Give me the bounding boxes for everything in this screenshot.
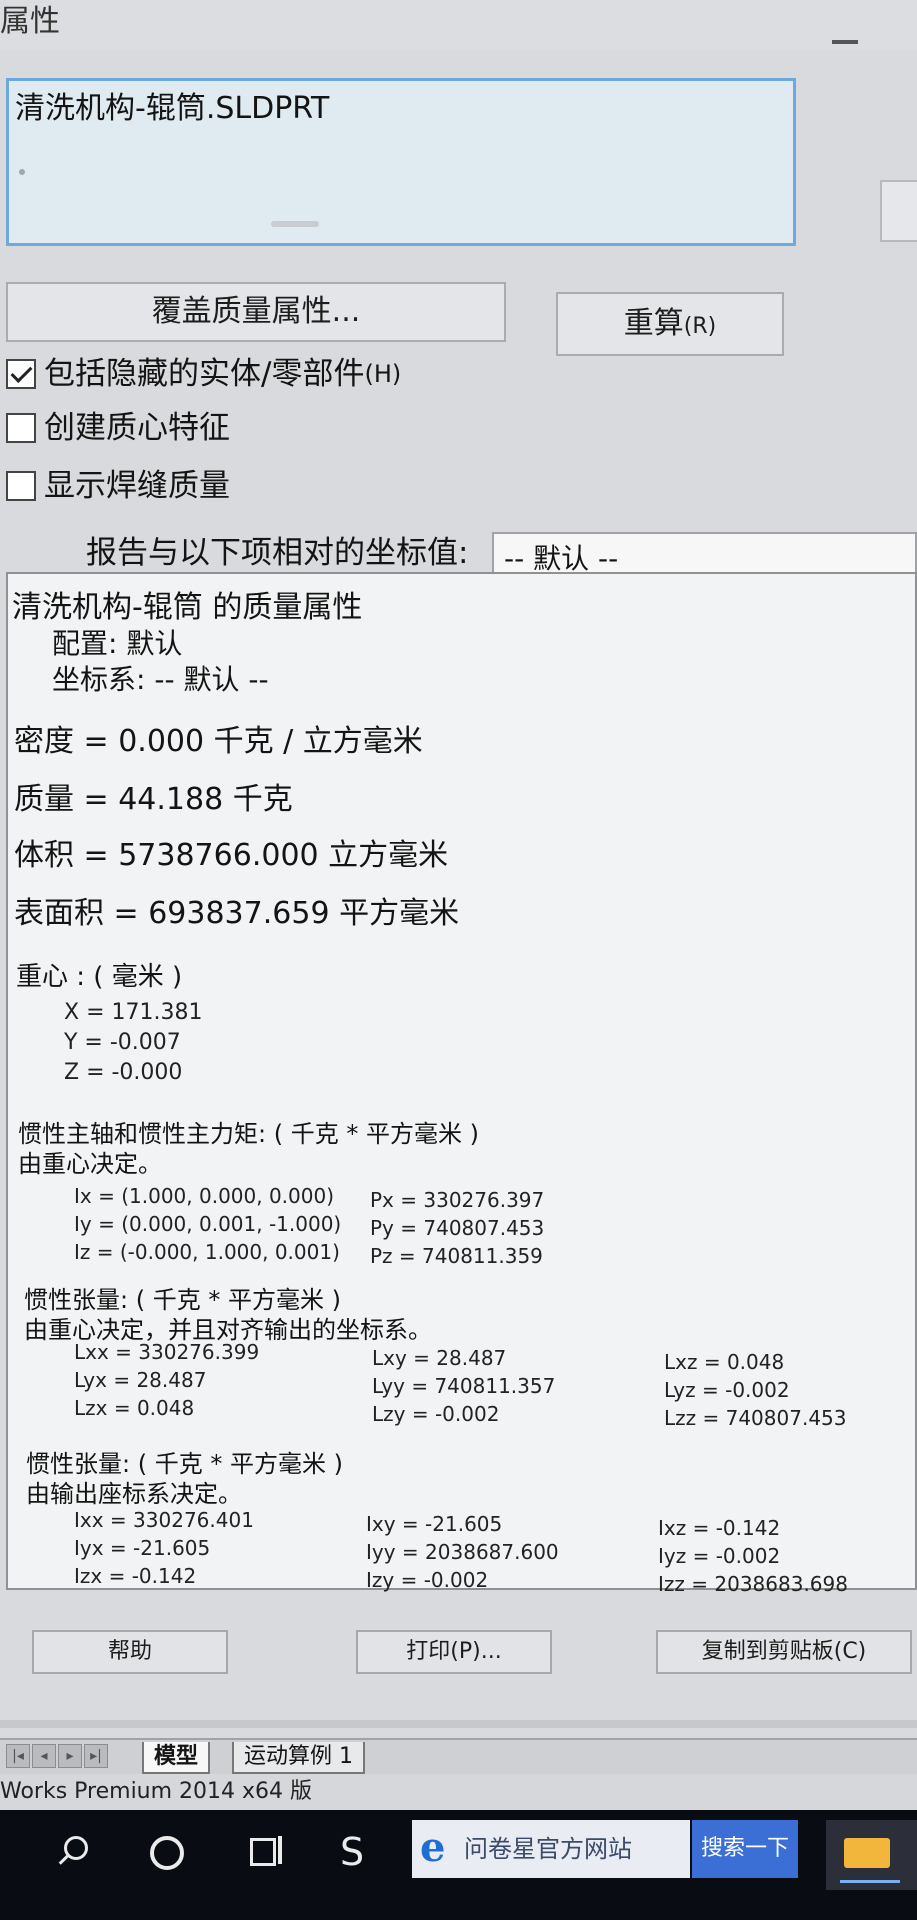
file-explorer-icon[interactable] bbox=[826, 1820, 917, 1890]
create-com-checkbox[interactable] bbox=[6, 413, 36, 443]
principal-iy: Iy = (0.000, 0.001, -1.000) bbox=[74, 1212, 342, 1236]
solidworks-app-icon[interactable]: S bbox=[340, 1832, 380, 1872]
tensor-izz: Izz = 2038683.698 bbox=[658, 1572, 848, 1596]
tensor-iyy: Iyy = 2038687.600 bbox=[366, 1540, 559, 1564]
tensor-ixy: Ixy = -21.605 bbox=[366, 1512, 503, 1536]
tensor-lzz: Lzz = 740807.453 bbox=[664, 1406, 847, 1430]
browser-search-text[interactable]: 问卷星官方网站 bbox=[464, 1832, 632, 1866]
override-mass-properties-button[interactable]: 覆盖质量属性... bbox=[6, 282, 506, 342]
minimize-icon[interactable] bbox=[832, 40, 858, 44]
tab-motion-study[interactable]: 运动算例 1 bbox=[232, 1742, 365, 1774]
tensor-lyx: Lyx = 28.487 bbox=[74, 1368, 207, 1392]
selected-items-list[interactable]: 清洗机构-辊筒.SLDPRT bbox=[6, 78, 796, 246]
search-go-button[interactable]: 搜索一下 bbox=[692, 1820, 798, 1878]
mass-line: 质量 = 44.188 千克 bbox=[14, 782, 293, 817]
results-heading: 清洗机构-辊筒 的质量属性 bbox=[12, 590, 363, 625]
com-y: Y = -0.007 bbox=[64, 1030, 181, 1055]
tensor-lyy: Lyy = 740811.357 bbox=[372, 1374, 556, 1398]
tensor-izx: Izx = -0.142 bbox=[74, 1564, 197, 1588]
dialog-bottom-edge bbox=[0, 1720, 917, 1728]
density-line: 密度 = 0.000 千克 / 立方毫米 bbox=[14, 724, 423, 759]
include-hidden-option[interactable]: 包括隐藏的实体/零部件 (H) bbox=[6, 352, 401, 396]
tensor-lxx: Lxx = 330276.399 bbox=[74, 1340, 260, 1364]
com-heading: 重心 : ( 毫米 ) bbox=[16, 962, 183, 992]
task-view-icon[interactable] bbox=[246, 1832, 286, 1872]
volume-line: 体积 = 5738766.000 立方毫米 bbox=[14, 838, 449, 873]
principal-px: Px = 330276.397 bbox=[370, 1188, 545, 1212]
coord-sys-line: 坐标系: -- 默认 -- bbox=[52, 663, 269, 696]
tensor-ixx: Ixx = 330276.401 bbox=[74, 1508, 254, 1532]
search-icon[interactable] bbox=[52, 1832, 92, 1872]
tensor-lzx: Lzx = 0.048 bbox=[74, 1396, 195, 1420]
first-tab-arrow-icon[interactable]: |◂ bbox=[6, 1744, 30, 1768]
principal-ix: Ix = (1.000, 0.000, 0.000) bbox=[74, 1184, 335, 1208]
browser-search-box[interactable]: e 问卷星官方网站 bbox=[412, 1820, 690, 1878]
next-tab-arrow-icon[interactable]: ▸ bbox=[58, 1744, 82, 1768]
tensor-lxz: Lxz = 0.048 bbox=[664, 1350, 785, 1374]
show-weld-option[interactable]: 显示焊缝质量 bbox=[6, 464, 230, 508]
prev-tab-arrow-icon[interactable]: ◂ bbox=[32, 1744, 56, 1768]
list-artifact bbox=[271, 221, 319, 227]
tensor-ixz: Ixz = -0.142 bbox=[658, 1516, 781, 1540]
tensor-izy: Izy = -0.002 bbox=[366, 1568, 489, 1592]
tensor-lxy: Lxy = 28.487 bbox=[372, 1346, 507, 1370]
principal-iz: Iz = (-0.000, 1.000, 0.001) bbox=[74, 1240, 340, 1264]
coordinate-label: 报告与以下项相对的坐标值: bbox=[86, 535, 469, 571]
status-bar: Works Premium 2014 x64 版 bbox=[0, 1774, 917, 1810]
com-x: X = 171.381 bbox=[64, 1000, 203, 1025]
tab-model[interactable]: 模型 bbox=[142, 1742, 211, 1774]
com-z: Z = -0.000 bbox=[64, 1060, 183, 1085]
tab-bar: |◂ ◂ ▸ ▸| 模型 运动算例 1 bbox=[0, 1738, 917, 1774]
create-com-option[interactable]: 创建质心特征 bbox=[6, 406, 230, 450]
side-panel-button[interactable] bbox=[880, 180, 917, 242]
tensor-lzy: Lzy = -0.002 bbox=[372, 1402, 500, 1426]
tensor-iyz: Iyz = -0.002 bbox=[658, 1544, 781, 1568]
copy-to-clipboard-button[interactable]: 复制到剪贴板(C) bbox=[656, 1630, 912, 1674]
selected-file-name[interactable]: 清洗机构-辊筒.SLDPRT bbox=[15, 91, 329, 127]
surface-area-line: 表面积 = 693837.659 平方毫米 bbox=[14, 896, 460, 931]
tensor-out-sub: 由输出座标系决定。 bbox=[26, 1480, 242, 1508]
dialog-title: 属性 bbox=[0, 0, 917, 50]
print-button[interactable]: 打印(P)... bbox=[356, 1630, 552, 1674]
principal-pz: Pz = 740811.359 bbox=[370, 1244, 543, 1268]
show-weld-checkbox[interactable] bbox=[6, 471, 36, 501]
ie-icon: e bbox=[420, 1824, 446, 1871]
include-hidden-checkbox[interactable] bbox=[6, 359, 36, 389]
tensor-iyx: Iyx = -21.605 bbox=[74, 1536, 211, 1560]
mass-properties-output[interactable]: 清洗机构-辊筒 的质量属性 配置: 默认 坐标系: -- 默认 -- 密度 = … bbox=[6, 572, 917, 1596]
last-tab-arrow-icon[interactable]: ▸| bbox=[84, 1744, 108, 1768]
help-button[interactable]: 帮助 bbox=[32, 1630, 228, 1674]
recalculate-button[interactable]: 重算(R) bbox=[556, 292, 784, 356]
principal-py: Py = 740807.453 bbox=[370, 1216, 545, 1240]
cortana-icon[interactable] bbox=[146, 1832, 186, 1872]
list-artifact bbox=[19, 169, 25, 175]
principal-sub: 由重心决定。 bbox=[18, 1150, 162, 1178]
config-line: 配置: 默认 bbox=[52, 627, 183, 660]
tensor-lyz: Lyz = -0.002 bbox=[664, 1378, 790, 1402]
